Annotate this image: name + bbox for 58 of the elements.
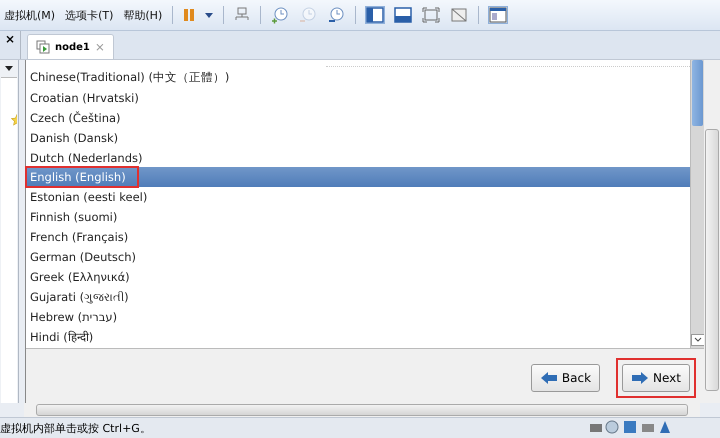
clock-icon[interactable] [327, 6, 346, 24]
language-item[interactable]: Danish (Dansk) [26, 128, 690, 148]
language-item[interactable]: French (Français) [26, 227, 690, 248]
window-icon[interactable] [450, 7, 468, 23]
network-icon[interactable] [234, 7, 250, 23]
language-item[interactable]: Czech (Čeština) [26, 108, 690, 128]
panel-view-icon[interactable] [394, 7, 412, 23]
sidebar-view-icon[interactable] [366, 7, 384, 23]
nav-button[interactable]: Back [530, 364, 600, 392]
language-item[interactable]: German (Deutsch) [26, 247, 690, 267]
language-label: Estonian (eesti keel) [29, 189, 148, 206]
close-button[interactable]: × [4, 31, 16, 59]
pause-icon[interactable] [183, 8, 196, 22]
language-item[interactable]: Greek (Ελληνικά) [26, 266, 690, 287]
clock-icon[interactable] [271, 6, 290, 24]
tab-label: node1 [55, 42, 90, 52]
language-item[interactable]: Chinese(Traditional) (中文（正體）) [26, 68, 690, 88]
language-label: Croatian (Hrvatski) [29, 90, 140, 106]
dropdown-icon[interactable] [5, 66, 13, 71]
console-view-icon[interactable] [489, 7, 508, 23]
language-label: Gujarati (ગુજરાતી) [29, 288, 130, 305]
language-label: Hebrew (עברית) [29, 308, 118, 325]
language-label: Chinese(Traditional) (中文（正體）) [29, 69, 230, 86]
language-label: French (Français) [29, 229, 130, 246]
language-label: Finnish (suomi) [29, 209, 118, 226]
language-label: German (Deutsch) [29, 248, 138, 265]
language-item[interactable]: Dutch (Nederlands) [26, 148, 690, 168]
language-label: Danish (Dansk) [29, 130, 120, 146]
language-label: Dutch (Nederlands) [29, 150, 144, 166]
horizontal-scrollbar[interactable] [24, 403, 700, 417]
list-scrollbar[interactable] [690, 60, 704, 348]
nav-button[interactable]: Next [622, 364, 690, 392]
scroll-thumb[interactable] [36, 404, 688, 416]
language-item[interactable]: Hindi (हिन्दी) [26, 326, 690, 346]
scroll-down-icon[interactable] [690, 334, 704, 346]
language-label: Hindi (हिन्दी) [29, 329, 94, 346]
menu-item[interactable]: 选项卡(T) [65, 8, 114, 22]
language-label: English (English) [28, 169, 136, 186]
language-label: Czech (Čeština) [29, 110, 122, 126]
language-label: Greek (Ελληνικά) [29, 268, 131, 285]
tab[interactable]: node1 × [27, 34, 114, 59]
right-arrow-icon [631, 371, 650, 385]
language-item[interactable]: Hebrew (עברית) [26, 306, 690, 327]
menu-item[interactable]: 虚拟机(M) [4, 8, 56, 22]
caret-icon[interactable] [205, 12, 214, 18]
language-item[interactable]: Finnish (suomi) [26, 207, 690, 228]
status-text: 虚拟机内部单击或按 Ctrl+G。 [0, 420, 151, 436]
left-arrow-icon [540, 371, 558, 385]
scroll-thumb[interactable] [705, 129, 719, 391]
vm-icon [36, 40, 50, 54]
menu-item[interactable]: 帮助(H) [123, 8, 162, 22]
language-item[interactable]: Croatian (Hrvatski) [26, 88, 690, 108]
language-item[interactable]: English (English) [26, 167, 690, 188]
language-item[interactable]: Estonian (eesti keel) [26, 187, 690, 208]
fullscreen-icon[interactable] [422, 7, 440, 23]
scroll-thumb[interactable] [692, 60, 703, 126]
window-scrollbar[interactable] [704, 60, 720, 403]
language-item[interactable]: Gujarati (ગુજરાતી) [26, 286, 690, 307]
